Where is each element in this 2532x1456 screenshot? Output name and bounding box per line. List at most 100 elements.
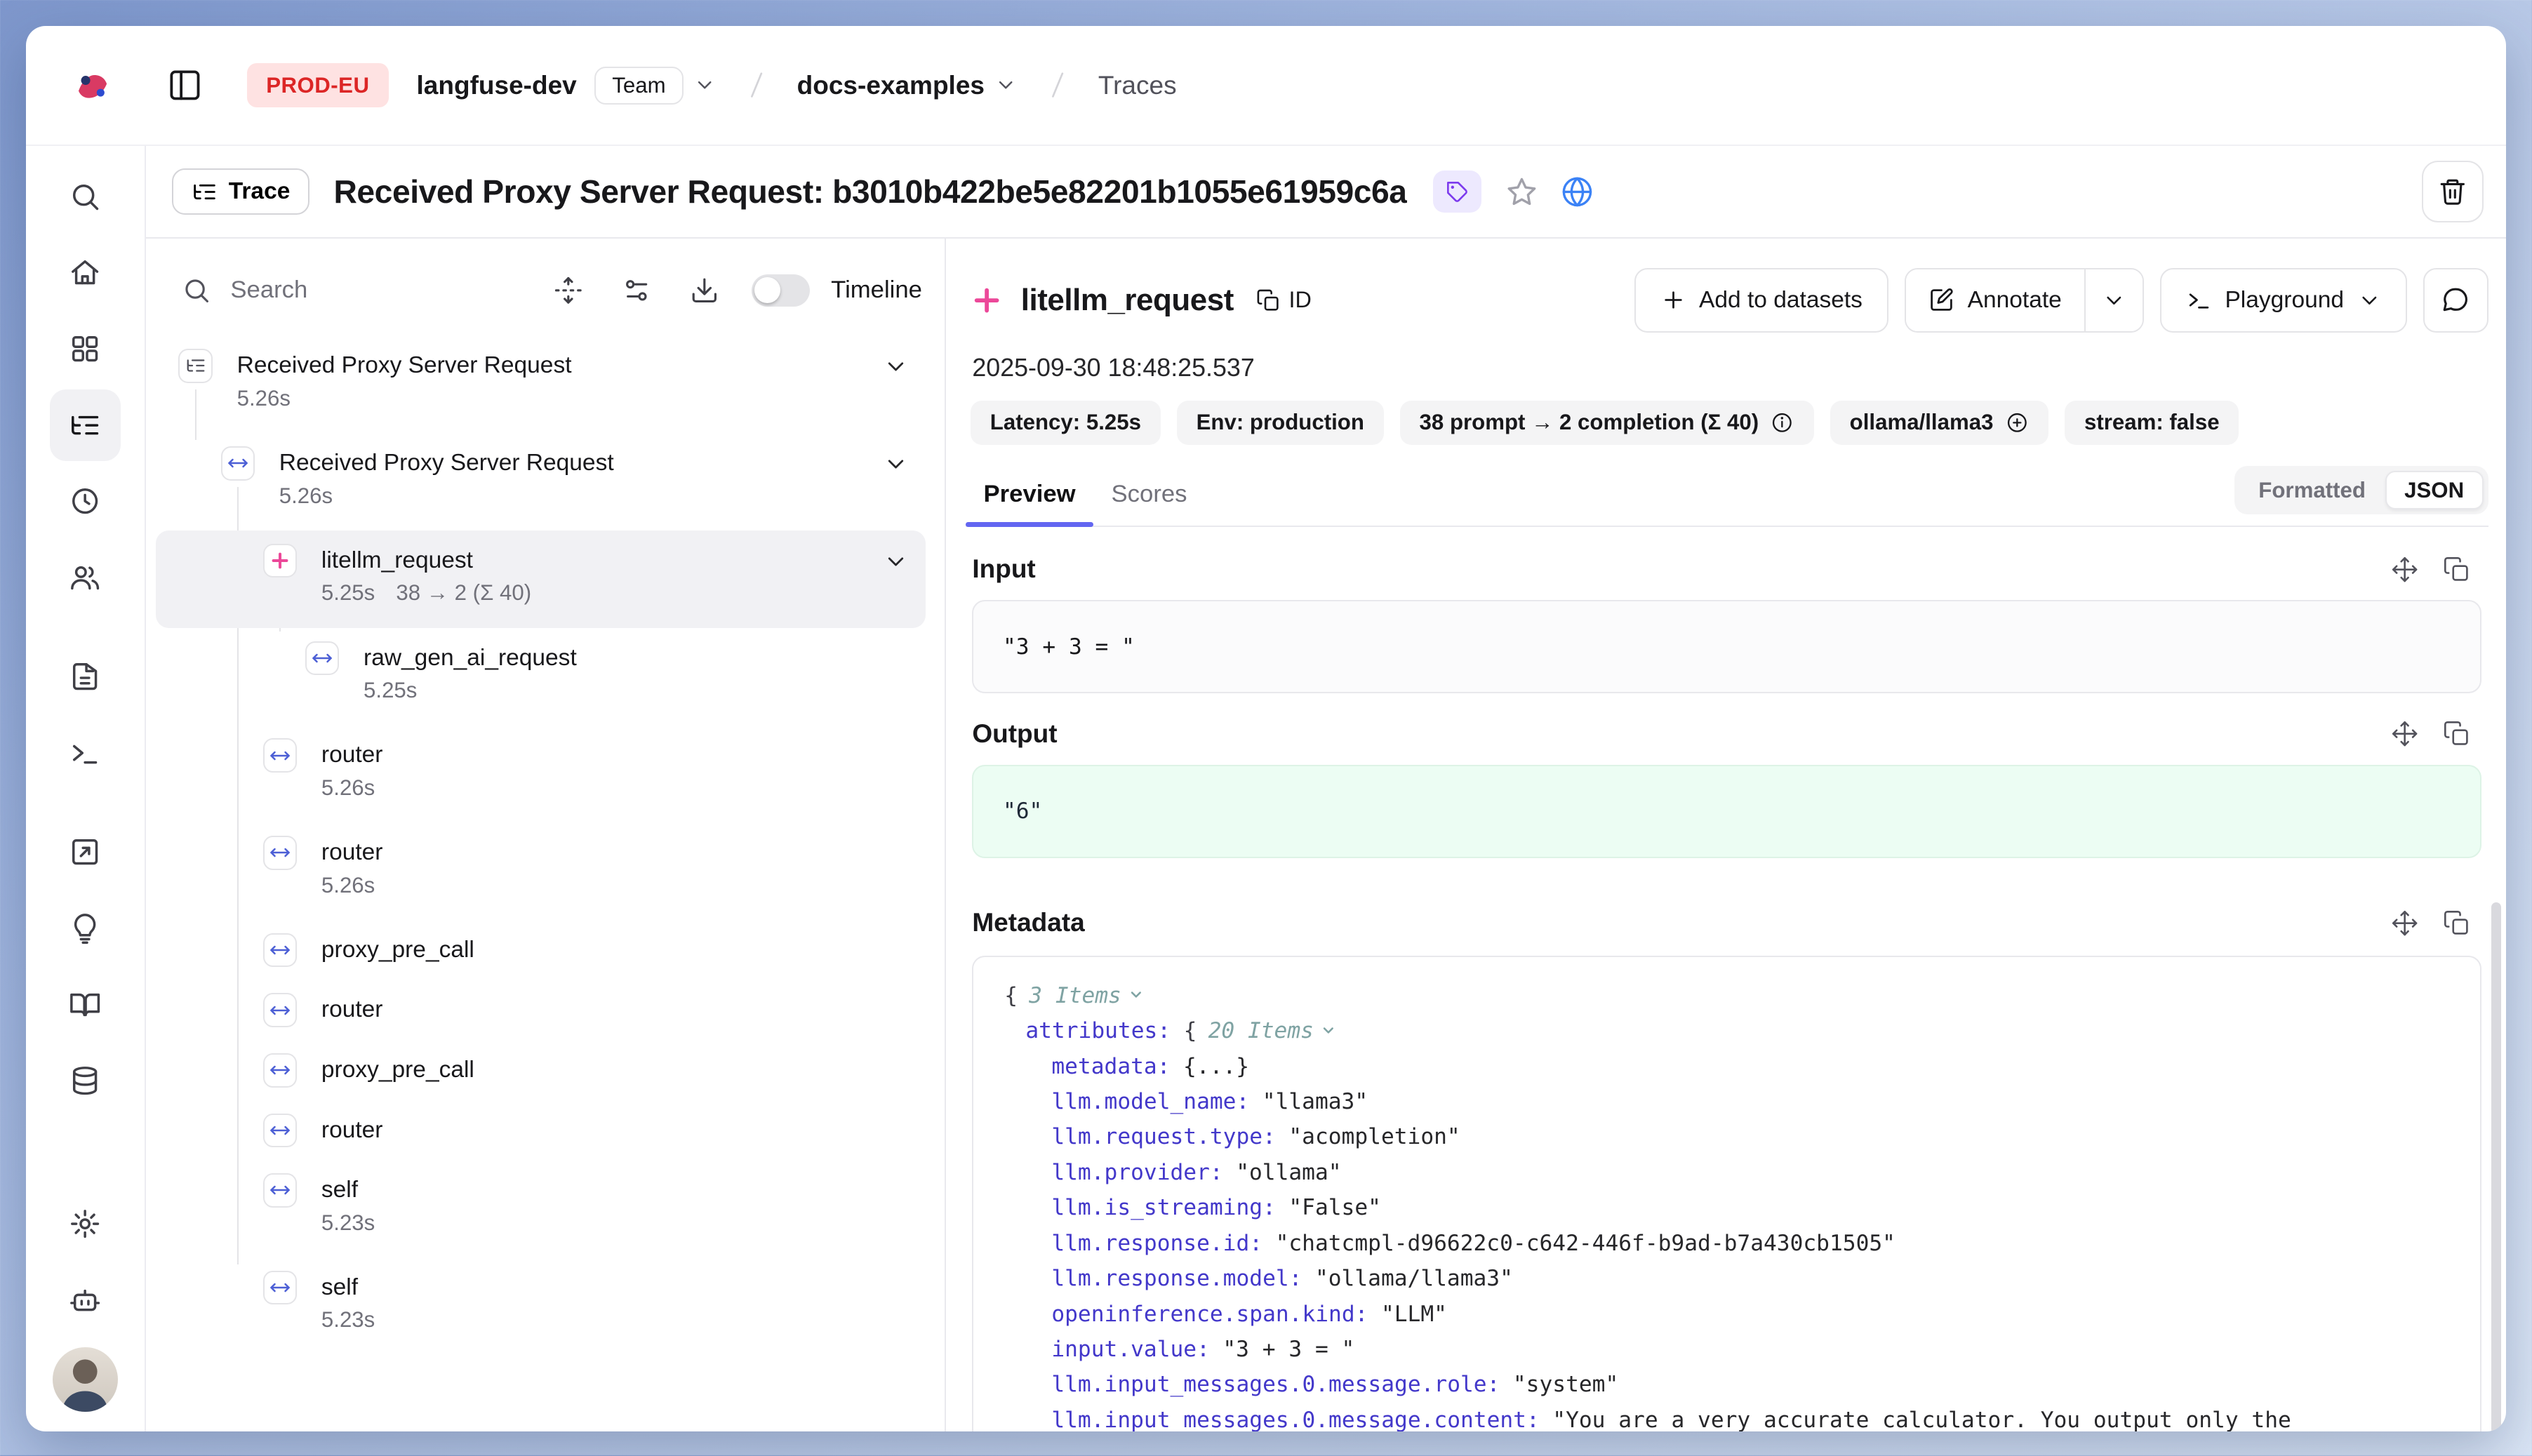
settings-gear-icon[interactable] bbox=[50, 1188, 121, 1260]
tree-search-input[interactable] bbox=[230, 276, 514, 304]
nav-rail bbox=[26, 146, 146, 1431]
tab-scores[interactable]: Scores bbox=[1093, 474, 1205, 526]
chevron-down-icon[interactable] bbox=[883, 549, 909, 575]
span-arrows-icon bbox=[263, 1114, 298, 1148]
tree-node[interactable]: router5.26s bbox=[156, 726, 926, 823]
preview-sections: Input "3 + 3 = " Output bbox=[966, 527, 2488, 1431]
latency-badge: Latency: 5.25s bbox=[971, 401, 1161, 446]
star-icon[interactable] bbox=[1504, 174, 1540, 210]
copy-icon bbox=[1256, 288, 1281, 313]
datasets-icon[interactable] bbox=[50, 1045, 121, 1116]
tree-node[interactable]: proxy_pre_call bbox=[156, 1040, 926, 1100]
format-json-option[interactable]: JSON bbox=[2385, 471, 2484, 509]
json-line[interactable]: attributes:{20 Items bbox=[973, 1013, 2480, 1048]
scrollbar-thumb[interactable] bbox=[2491, 902, 2501, 1431]
tab-preview[interactable]: Preview bbox=[966, 474, 1093, 526]
json-line[interactable]: metadata:{...} bbox=[973, 1049, 2480, 1084]
trace-type-badge[interactable]: Trace bbox=[172, 168, 309, 214]
span-arrows-icon bbox=[221, 446, 255, 481]
info-icon[interactable] bbox=[1770, 410, 1794, 435]
copy-icon[interactable] bbox=[2443, 556, 2470, 583]
user-avatar[interactable] bbox=[53, 1347, 118, 1412]
copy-icon[interactable] bbox=[2443, 720, 2470, 747]
json-line: llm.model_name:"llama3" bbox=[973, 1084, 2480, 1119]
tree-node[interactable]: self5.23s bbox=[156, 1161, 926, 1258]
span-arrows-icon bbox=[263, 1271, 298, 1305]
copy-id-button[interactable]: ID bbox=[1256, 287, 1312, 313]
tree-node[interactable]: self5.23s bbox=[156, 1257, 926, 1355]
input-section-title: Input bbox=[972, 554, 1035, 584]
tree-node-duration: 5.25s bbox=[321, 577, 375, 608]
format-formatted-option[interactable]: Formatted bbox=[2239, 471, 2385, 509]
annotate-menu-chevron[interactable] bbox=[2084, 269, 2143, 331]
expand-icon[interactable] bbox=[2391, 720, 2418, 747]
tree-node[interactable]: Received Proxy Server Request5.26s bbox=[156, 336, 926, 434]
json-line[interactable]: {3 Items bbox=[973, 978, 2480, 1013]
breadcrumb-org[interactable]: langfuse-dev bbox=[417, 71, 577, 100]
tree-controls: Timeline bbox=[156, 258, 926, 323]
observation-timestamp: 2025-09-30 18:48:25.537 bbox=[966, 354, 2488, 382]
breadcrumb-traces-link[interactable]: Traces bbox=[1098, 71, 1177, 100]
delete-trace-button[interactable] bbox=[2422, 161, 2484, 222]
chevron-down-icon[interactable] bbox=[693, 74, 716, 96]
support-bot-icon[interactable] bbox=[50, 1264, 121, 1336]
breadcrumb-project[interactable]: docs-examples bbox=[797, 71, 985, 100]
tree-node-usage: 38 → 2 (Σ 40) bbox=[396, 577, 531, 608]
format-toggle: Formatted JSON bbox=[2234, 466, 2488, 514]
timeline-toggle[interactable] bbox=[752, 274, 810, 307]
playground-icon[interactable] bbox=[50, 717, 121, 789]
globe-icon[interactable] bbox=[1559, 174, 1595, 210]
dashboards-icon[interactable] bbox=[50, 313, 121, 385]
prompts-icon[interactable] bbox=[50, 641, 121, 712]
copy-icon[interactable] bbox=[2443, 909, 2470, 937]
unfold-nodes-icon[interactable] bbox=[554, 276, 583, 305]
app-window: PROD-EU langfuse-dev Team docs-examples … bbox=[26, 26, 2506, 1431]
plus-circle-icon[interactable] bbox=[2005, 410, 2030, 435]
users-icon[interactable] bbox=[50, 542, 121, 613]
playground-button[interactable]: Playground bbox=[2160, 268, 2407, 333]
span-arrows-icon bbox=[263, 1173, 298, 1208]
view-settings-icon[interactable] bbox=[622, 276, 651, 305]
home-icon[interactable] bbox=[50, 237, 121, 309]
trace-tree-panel: Timeline Received Proxy Server Request5.… bbox=[146, 239, 946, 1431]
token-usage-badge: 38 prompt → 2 completion (Σ 40) bbox=[1400, 401, 1814, 446]
tree-node[interactable]: router bbox=[156, 980, 926, 1041]
input-content: "3 + 3 = " bbox=[972, 600, 2481, 693]
tree-node-duration: 5.25s bbox=[364, 675, 417, 706]
sessions-icon[interactable] bbox=[50, 466, 121, 537]
span-arrows-icon bbox=[263, 933, 298, 968]
tree-node-selected[interactable]: litellm_request5.25s38 → 2 (Σ 40) bbox=[156, 530, 926, 628]
generation-icon bbox=[971, 284, 1003, 316]
add-to-datasets-button[interactable]: Add to datasets bbox=[1634, 268, 1888, 333]
tag-icon[interactable] bbox=[1433, 171, 1481, 213]
tree-node[interactable]: Received Proxy Server Request5.26s bbox=[156, 433, 926, 530]
evaluation-icon[interactable] bbox=[50, 816, 121, 888]
tree-node-label: self bbox=[321, 1173, 375, 1208]
tree-node[interactable]: proxy_pre_call bbox=[156, 920, 926, 980]
chevron-down-icon[interactable] bbox=[994, 74, 1017, 96]
download-icon[interactable] bbox=[690, 276, 719, 305]
tree-node[interactable]: raw_gen_ai_request5.25s bbox=[156, 628, 926, 726]
expand-icon[interactable] bbox=[2391, 909, 2418, 937]
insights-icon[interactable] bbox=[50, 893, 121, 964]
annotation-icon[interactable] bbox=[50, 969, 121, 1041]
model-badge[interactable]: ollama/llama3 bbox=[1830, 401, 2048, 446]
comments-button[interactable] bbox=[2423, 268, 2488, 333]
tree-node[interactable]: router5.26s bbox=[156, 823, 926, 921]
search-icon[interactable] bbox=[50, 161, 121, 232]
tracing-icon[interactable] bbox=[50, 389, 121, 461]
chevron-down-icon[interactable] bbox=[883, 451, 909, 477]
tree-node[interactable]: router bbox=[156, 1100, 926, 1161]
output-section-title: Output bbox=[972, 719, 1057, 749]
expand-icon[interactable] bbox=[2391, 556, 2418, 583]
annotate-button[interactable]: Annotate bbox=[1906, 269, 2084, 331]
detail-tabs: Preview Scores Formatted JSON bbox=[966, 466, 2488, 527]
span-arrows-icon bbox=[305, 641, 340, 676]
json-line: llm.input_messages.0.message.content:"Yo… bbox=[973, 1403, 2480, 1431]
generation-icon bbox=[263, 544, 298, 578]
chevron-down-icon[interactable] bbox=[883, 354, 909, 380]
output-content: "6" bbox=[972, 765, 2481, 858]
langfuse-logo-icon[interactable] bbox=[72, 65, 114, 107]
sidebar-toggle-icon[interactable] bbox=[167, 67, 203, 103]
span-arrows-icon bbox=[263, 993, 298, 1027]
